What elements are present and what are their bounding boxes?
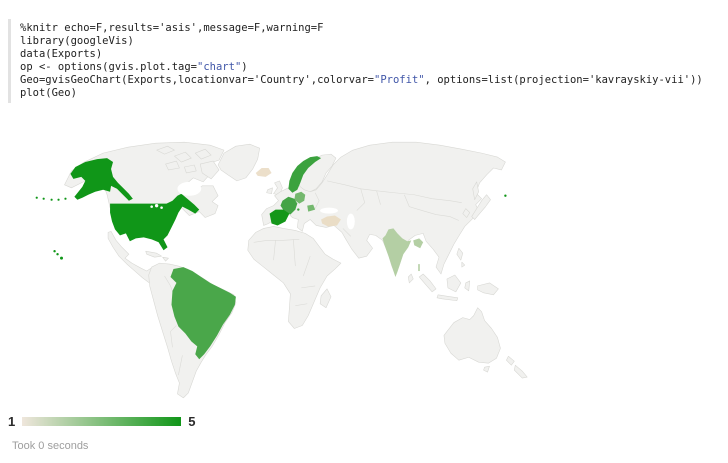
code-token-plain: plot(Geo) bbox=[20, 87, 77, 99]
dataless-landmass-southeast-asia bbox=[419, 248, 498, 301]
map-region-spain[interactable] bbox=[270, 210, 290, 226]
code-token-plain: Geo=gvisGeoChart(Exports,locationvar='Co… bbox=[20, 74, 374, 86]
code-line: plot(Geo) bbox=[20, 87, 703, 100]
map-region-iceland[interactable] bbox=[256, 168, 272, 177]
code-line: Geo=gvisGeoChart(Exports,locationvar='Co… bbox=[20, 74, 703, 87]
dataless-landmass-africa bbox=[248, 226, 341, 328]
geochart-container bbox=[8, 137, 548, 413]
color-axis-legend: 1 5 bbox=[8, 414, 195, 429]
code-token-string: "Profit" bbox=[374, 74, 425, 86]
code-token-plain: %knitr echo=F,results='asis',message=F,w… bbox=[20, 22, 323, 34]
code-line: data(Exports) bbox=[20, 48, 703, 61]
world-geochart[interactable] bbox=[8, 137, 548, 413]
code-line: op <- options(gvis.plot.tag="chart") bbox=[20, 61, 703, 74]
legend-gradient-bar bbox=[22, 417, 181, 426]
legend-max-label: 5 bbox=[188, 414, 195, 429]
code-token-plain: ) bbox=[241, 61, 247, 73]
code-token-string: "chart" bbox=[197, 61, 241, 73]
code-token-plain: , options=list(projection='kavrayskiy-vi… bbox=[425, 74, 703, 86]
code-line: library(googleVis) bbox=[20, 35, 703, 48]
code-line: %knitr echo=F,results='asis',message=F,w… bbox=[20, 22, 703, 35]
code-token-plain: op <- options(gvis.plot.tag= bbox=[20, 61, 197, 73]
legend-min-label: 1 bbox=[8, 414, 15, 429]
code-token-plain: data(Exports) bbox=[20, 48, 102, 60]
timing-status: Took 0 seconds bbox=[12, 440, 88, 452]
code-token-plain: library(googleVis) bbox=[20, 35, 134, 47]
code-block: %knitr echo=F,results='asis',message=F,w… bbox=[8, 19, 703, 103]
dataless-landmass-oceania bbox=[444, 308, 527, 378]
